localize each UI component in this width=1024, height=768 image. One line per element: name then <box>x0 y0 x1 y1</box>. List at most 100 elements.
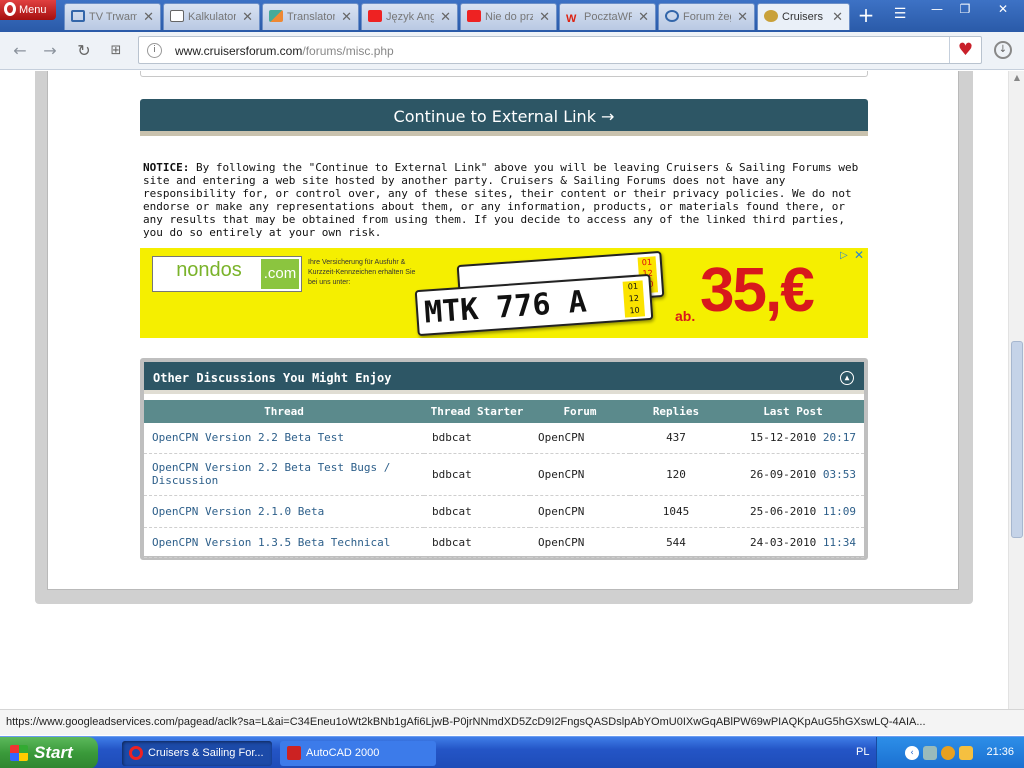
tab-kalkulator[interactable]: Kalkulator ✕ <box>163 3 260 30</box>
forum-name[interactable]: OpenCPN <box>530 527 630 558</box>
tab-translator[interactable]: Translator ✕ <box>262 3 359 30</box>
tab-label: Język Angielski <box>386 11 434 23</box>
tray-app-icon-2[interactable] <box>959 746 973 760</box>
new-tab-button[interactable]: + <box>856 5 876 26</box>
download-icon[interactable]: ↓ <box>994 41 1012 59</box>
reload-icon[interactable]: ↻ <box>74 41 94 61</box>
notice-text-block: NOTICE: By following the "Continue to Ex… <box>143 161 867 239</box>
tab-bar: Menu TV Trwam ✕ Kalkulator ✕ Translator ✕ J… <box>0 0 1024 32</box>
tray-app-icon[interactable] <box>941 746 955 760</box>
taskbar-item-opera[interactable]: Cruisers & Sailing For... <box>122 741 272 766</box>
maximize-icon[interactable]: ❐ <box>954 2 976 18</box>
table-header-row: Thread Thread Starter Forum Replies Last… <box>144 400 864 423</box>
back-arrow-icon[interactable]: ← <box>10 41 30 61</box>
table-row: OpenCPN Version 2.1.0 Beta bdbcat OpenCP… <box>144 495 864 528</box>
close-tab-icon[interactable]: ✕ <box>737 4 748 30</box>
speed-dial-grid-icon[interactable]: ⊞ <box>106 41 126 61</box>
tab-cruisers-active[interactable]: Cruisers & Sailing ✕ <box>757 3 850 30</box>
column-header-last-post[interactable]: Last Post <box>722 400 864 423</box>
close-tab-icon[interactable]: ✕ <box>539 4 550 30</box>
ad-brand-tld: .com <box>261 259 299 289</box>
month-label: 01 <box>627 281 639 292</box>
ad-close-icon[interactable]: ✕ <box>854 249 866 261</box>
thread-link[interactable]: OpenCPN Version 2.2 Beta Test <box>144 423 424 454</box>
scrollbar-thumb[interactable] <box>1011 341 1023 538</box>
tab-menu-icon[interactable]: ☰ <box>890 6 910 26</box>
cruisers-icon <box>764 10 778 22</box>
url-field[interactable]: i www.cruisersforum.com/forums/misc.php … <box>138 36 982 64</box>
thread-starter[interactable]: bdbcat <box>424 453 530 496</box>
tab-nie-do-przeczytania[interactable]: Nie do przeczytania ✕ <box>460 3 557 30</box>
start-button[interactable]: Start <box>0 737 98 768</box>
taskbar-item-autocad[interactable]: AutoCAD 2000 <box>280 741 436 766</box>
menu-label: Menu <box>19 4 47 16</box>
column-header-replies[interactable]: Replies <box>630 400 722 423</box>
column-header-forum[interactable]: Forum <box>530 400 630 423</box>
thread-link[interactable]: OpenCPN Version 2.2 Beta Test Bugs / Dis… <box>144 453 424 496</box>
bookmark-heart-icon[interactable]: ♥ <box>949 37 981 63</box>
table-row: OpenCPN Version 2.2 Beta Test bdbcat Ope… <box>144 423 864 454</box>
last-post-date: 24-03-2010 <box>750 535 817 549</box>
tab-label: TV Trwam <box>89 11 137 23</box>
discussions-header: Other Discussions You Might Enjoy ▲ <box>144 362 864 394</box>
vertical-scrollbar[interactable]: ▲ <box>1008 71 1024 709</box>
collapse-icon[interactable]: ▲ <box>840 371 854 385</box>
thread-starter[interactable]: bdbcat <box>424 495 530 528</box>
advertisement-banner[interactable]: nondos .com Ihre Versicherung für Ausfuh… <box>140 248 868 338</box>
forum-name[interactable]: OpenCPN <box>530 453 630 496</box>
opera-menu-button[interactable]: Menu <box>0 0 56 20</box>
thread-link[interactable]: OpenCPN Version 2.1.0 Beta <box>144 495 424 528</box>
opera-icon <box>129 746 143 760</box>
network-icon[interactable] <box>923 746 937 760</box>
tray-expand-icon[interactable]: ‹ <box>905 746 919 760</box>
thread-starter[interactable]: bdbcat <box>424 423 530 454</box>
close-tab-icon[interactable]: ✕ <box>440 4 451 30</box>
clock[interactable]: 21:36 <box>986 746 1014 758</box>
tab-poczta-wp[interactable]: W PocztaWP ✕ <box>559 3 656 30</box>
column-header-thread[interactable]: Thread <box>144 400 424 423</box>
tab-forum[interactable]: Forum żeglarskie ✕ <box>658 3 755 30</box>
last-post-time: 11:34 <box>822 535 856 549</box>
tab-tv-trwam[interactable]: TV Trwam ✕ <box>64 3 161 30</box>
ad-price-prefix: ab. <box>675 308 696 324</box>
ad-brand-name: nondos <box>157 259 261 289</box>
plate-months: 01 12 10 <box>622 280 646 318</box>
close-tab-icon[interactable]: ✕ <box>341 4 352 30</box>
close-tab-icon[interactable]: ✕ <box>242 4 253 30</box>
last-post: 25-06-2010 11:09 <box>722 495 864 528</box>
opera-logo-icon <box>4 2 16 16</box>
thread-link[interactable]: OpenCPN Version 1.3.5 Beta Technical <box>144 527 424 558</box>
tab-jezyk-angielski[interactable]: Język Angielski ✕ <box>361 3 458 30</box>
column-header-thread-starter[interactable]: Thread Starter <box>424 400 530 423</box>
document-icon <box>170 10 184 22</box>
scroll-up-icon[interactable]: ▲ <box>1011 73 1023 85</box>
thread-starter[interactable]: bdbcat <box>424 527 530 558</box>
minimize-icon[interactable]: — <box>926 2 948 18</box>
url-text[interactable]: www.cruisersforum.com/forums/misc.php <box>175 44 394 58</box>
ad-tagline: Ihre Versicherung für Ausfuhr & Kurzzeit… <box>308 259 416 286</box>
language-indicator[interactable]: PL <box>856 746 869 758</box>
last-post-date: 26-09-2010 <box>750 467 817 481</box>
close-tab-icon[interactable]: ✕ <box>143 4 154 30</box>
site-info-icon[interactable]: i <box>147 43 162 58</box>
forum-name[interactable]: OpenCPN <box>530 423 630 454</box>
last-post-time: 20:17 <box>822 431 856 445</box>
windows-taskbar: Start Cruisers & Sailing For... AutoCAD … <box>0 736 1024 768</box>
tab-label: Forum żeglarskie <box>683 11 731 23</box>
url-path: /forums/misc.php <box>302 44 394 58</box>
continue-external-link-button[interactable]: Continue to External Link → <box>140 99 868 136</box>
adchoices-icon[interactable]: ▷ <box>840 250 852 262</box>
url-host: www.cruisersforum.com <box>175 44 303 58</box>
forum-name[interactable]: OpenCPN <box>530 495 630 528</box>
last-post-time: 11:09 <box>822 504 856 518</box>
taskbar-item-label: AutoCAD 2000 <box>306 747 380 759</box>
last-post-date: 15-12-2010 <box>750 431 817 445</box>
tab-label: Translator <box>287 11 335 23</box>
close-tab-icon[interactable]: ✕ <box>638 4 649 30</box>
tab-label: Nie do przeczytania <box>485 11 533 23</box>
close-tab-icon[interactable]: ✕ <box>832 4 843 30</box>
close-window-icon[interactable]: ✕ <box>992 2 1014 18</box>
page-viewport: Continue to External Link → NOTICE: By f… <box>0 71 1008 709</box>
tv-icon <box>71 10 85 22</box>
forward-arrow-icon[interactable]: → <box>40 41 60 61</box>
